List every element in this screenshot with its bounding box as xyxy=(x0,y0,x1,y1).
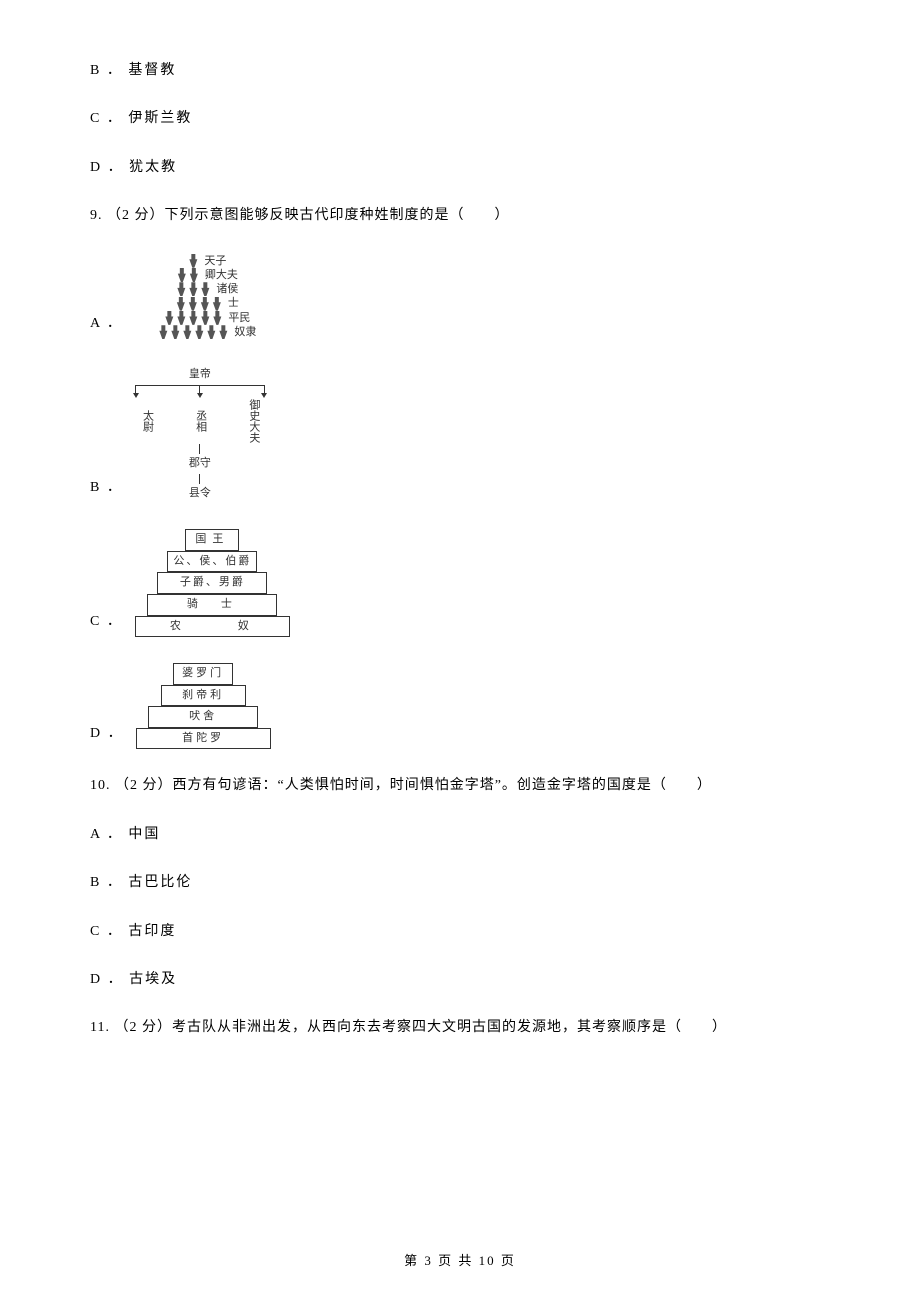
option-letter: A ． xyxy=(90,313,123,335)
diagram-d-level: 吠舍 xyxy=(148,706,258,728)
diagram-d-level: 刹帝利 xyxy=(161,685,246,707)
diagram-c-level: 子爵、男爵 xyxy=(157,572,267,594)
diagram-c-level: 国王 xyxy=(185,529,239,551)
diagram-c-level: 农 奴 xyxy=(135,616,290,638)
q11-stem: 11. （2 分）考古队从非洲出发，从西向东去考察四大文明古国的发源地，其考察顺… xyxy=(90,1017,830,1039)
q9-option-d[interactable]: D ． 婆罗门 刹帝利 吠舍 首陀罗 xyxy=(90,663,830,749)
diagram-d-level: 首陀罗 xyxy=(136,728,271,750)
diagram-d-level: 婆罗门 xyxy=(173,663,233,685)
page-footer: 第 3 页 共 10 页 xyxy=(0,1251,920,1272)
diagram-b-orgchart: 皇帝 太尉 丞相 御史大夫 郡守 县令 xyxy=(135,365,265,503)
q10-stem: 10. （2 分）西方有句谚语：“人类惧怕时间，时间惧怕金字塔”。创造金字塔的国… xyxy=(90,775,830,797)
diagram-c-level: 骑 士 xyxy=(147,594,277,616)
diagram-a-label: 平民 xyxy=(228,311,250,325)
diagram-a-label: 天子 xyxy=(204,254,226,268)
q10-option-a[interactable]: A ． 中国 xyxy=(90,824,830,846)
q8-option-c[interactable]: C ． 伊斯兰教 xyxy=(90,108,830,130)
diagram-a-label: 卿大夫 xyxy=(205,268,238,282)
diagram-a-label: 士 xyxy=(228,296,239,310)
option-letter: D ． xyxy=(90,723,124,745)
option-letter: B ． xyxy=(90,477,123,499)
option-letter: C ． xyxy=(90,611,123,633)
diagram-a-pyramid: 天子 卿大夫 诸侯 士 平民 奴隶 xyxy=(135,254,280,340)
q9-option-a[interactable]: A ． 天子 卿大夫 诸侯 士 平民 奴隶 xyxy=(90,254,830,340)
q9-option-b[interactable]: B ． 皇帝 太尉 丞相 御史大夫 郡守 县令 xyxy=(90,365,830,503)
diagram-b-down2: 县令 xyxy=(135,484,265,504)
q8-option-d[interactable]: D ． 犹太教 xyxy=(90,157,830,179)
diagram-a-label: 诸侯 xyxy=(216,282,238,296)
diagram-a-label: 奴隶 xyxy=(234,325,256,339)
diagram-b-down1: 郡守 xyxy=(135,454,265,474)
diagram-b-left: 太尉 xyxy=(135,409,159,433)
q10-option-c[interactable]: C ． 古印度 xyxy=(90,921,830,943)
diagram-b-mid: 丞相 xyxy=(188,409,212,433)
q10-option-d[interactable]: D ． 古埃及 xyxy=(90,969,830,991)
q9-stem: 9. （2 分）下列示意图能够反映古代印度种姓制度的是（ ） xyxy=(90,205,830,227)
diagram-d-caste: 婆罗门 刹帝利 吠舍 首陀罗 xyxy=(136,663,271,749)
q10-option-b[interactable]: B ． 古巴比伦 xyxy=(90,872,830,894)
diagram-c-level: 公、侯、伯爵 xyxy=(167,551,257,573)
q9-option-c[interactable]: C ． 国王 公、侯、伯爵 子爵、男爵 骑 士 农 奴 xyxy=(90,529,830,637)
diagram-b-top: 皇帝 xyxy=(135,365,265,385)
diagram-c-feudal: 国王 公、侯、伯爵 子爵、男爵 骑 士 农 奴 xyxy=(135,529,290,637)
q8-option-b[interactable]: B ． 基督教 xyxy=(90,60,830,82)
diagram-b-right: 御史大夫 xyxy=(241,398,265,444)
